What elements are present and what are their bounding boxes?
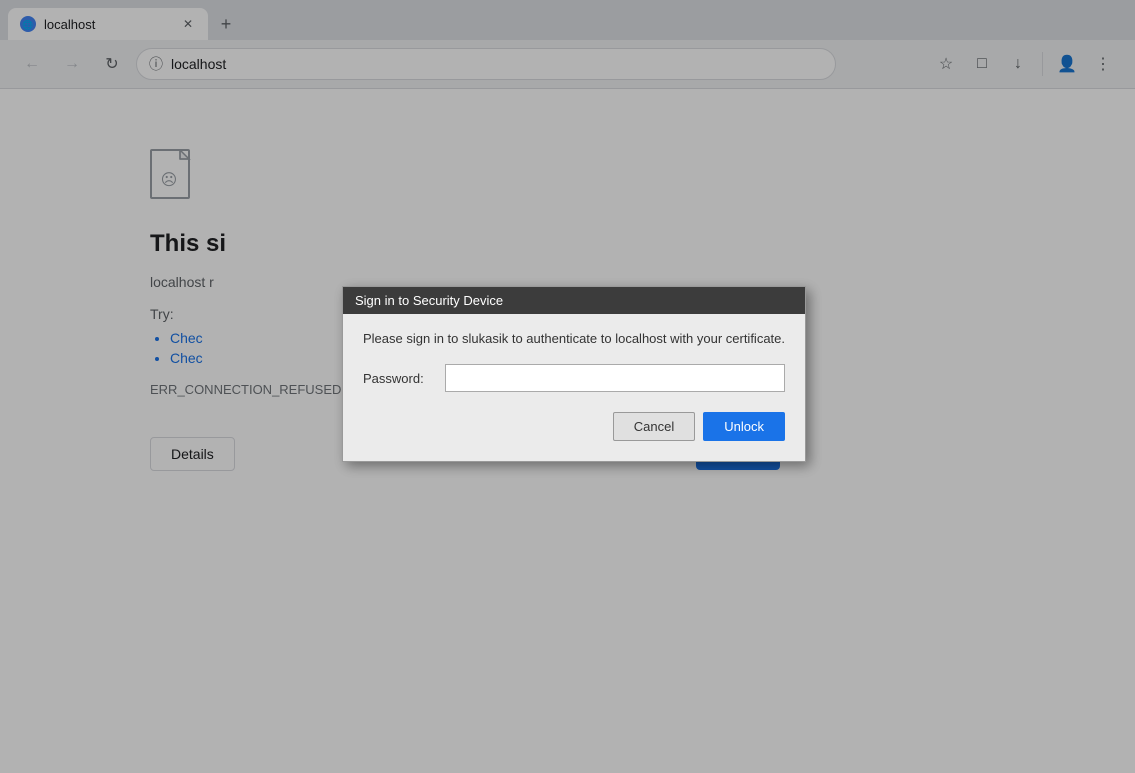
dialog-titlebar: Sign in to Security Device — [343, 287, 805, 314]
sign-in-dialog: Sign in to Security Device Please sign i… — [342, 286, 806, 462]
dialog-message: Please sign in to slukasik to authentica… — [363, 330, 785, 348]
password-field-row: Password: — [363, 364, 785, 392]
password-label: Password: — [363, 371, 433, 386]
dialog-buttons: Cancel Unlock — [363, 412, 785, 441]
dialog-title-text: Sign in to Security Device — [355, 293, 503, 308]
cancel-button[interactable]: Cancel — [613, 412, 695, 441]
password-input[interactable] — [445, 364, 785, 392]
dialog-overlay: Sign in to Security Device Please sign i… — [0, 0, 1135, 773]
unlock-button[interactable]: Unlock — [703, 412, 785, 441]
dialog-body: Please sign in to slukasik to authentica… — [343, 314, 805, 461]
